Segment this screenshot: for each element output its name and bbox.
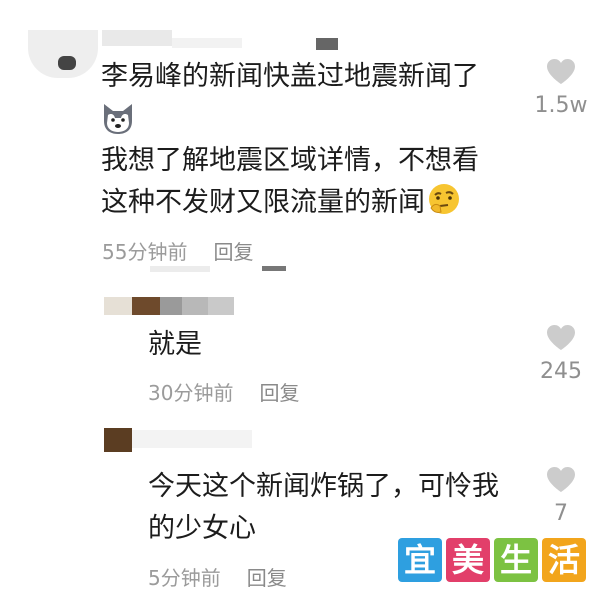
comment-meta: 55分钟前 回复 — [102, 236, 253, 265]
comment-time: 5分钟前 — [148, 566, 221, 590]
comment-text-line: 就是 — [148, 329, 202, 360]
username-mosaic — [208, 297, 234, 315]
mosaic-strip — [262, 266, 286, 271]
comment-text-line: 今天这个新闻炸锅了，可怜我 — [148, 471, 499, 502]
comment-text-line: 我想了解地震区域详情，不想看 — [101, 145, 479, 176]
watermark-char: 生 — [494, 538, 538, 582]
watermark-char: 美 — [446, 538, 490, 582]
comment-text-segment: 这种不发财又限流量的新闻 — [101, 187, 425, 218]
like-count: 245 — [540, 359, 582, 384]
username-mosaic — [132, 297, 160, 315]
watermark-char: 活 — [542, 538, 586, 582]
reply-button[interactable]: 回复 — [247, 566, 287, 590]
username-mosaic — [172, 38, 242, 48]
avatar-detail — [58, 56, 76, 70]
watermark: 宜 美 生 活 — [398, 538, 586, 584]
username-mosaic — [182, 297, 208, 315]
username-mosaic — [132, 430, 252, 448]
like-button[interactable]: 7 — [526, 466, 596, 526]
like-button[interactable]: 245 — [526, 324, 596, 384]
mosaic-strip — [150, 266, 210, 272]
heart-icon — [547, 59, 575, 84]
heart-icon — [547, 325, 575, 350]
avatar[interactable] — [104, 428, 132, 452]
thinking-face-emoji — [429, 184, 459, 214]
username-mosaic — [160, 297, 182, 315]
heart-icon — [547, 467, 575, 492]
comment-meta: 5分钟前 回复 — [148, 562, 287, 591]
comment-text-line: 李易峰的新闻快盖过地震新闻了 — [101, 61, 479, 92]
like-count: 7 — [554, 501, 568, 526]
comment-time: 55分钟前 — [102, 240, 188, 264]
avatar[interactable] — [104, 297, 132, 315]
username-mosaic[interactable] — [102, 30, 172, 46]
like-count: 1.5w — [534, 93, 588, 118]
comment-meta: 30分钟前 回复 — [148, 377, 299, 406]
username-mosaic — [316, 38, 338, 50]
reply-button[interactable]: 回复 — [259, 381, 299, 405]
reply-button[interactable]: 回复 — [213, 240, 253, 264]
comment-text-line: 这种不发财又限流量的新闻 — [101, 182, 461, 224]
comment-time: 30分钟前 — [148, 381, 234, 405]
avatar[interactable] — [28, 30, 98, 78]
husky-emoji — [104, 104, 132, 134]
watermark-char: 宜 — [398, 538, 442, 582]
comment-text-line: 的少女心 — [148, 513, 256, 544]
like-button[interactable]: 1.5w — [526, 58, 596, 118]
